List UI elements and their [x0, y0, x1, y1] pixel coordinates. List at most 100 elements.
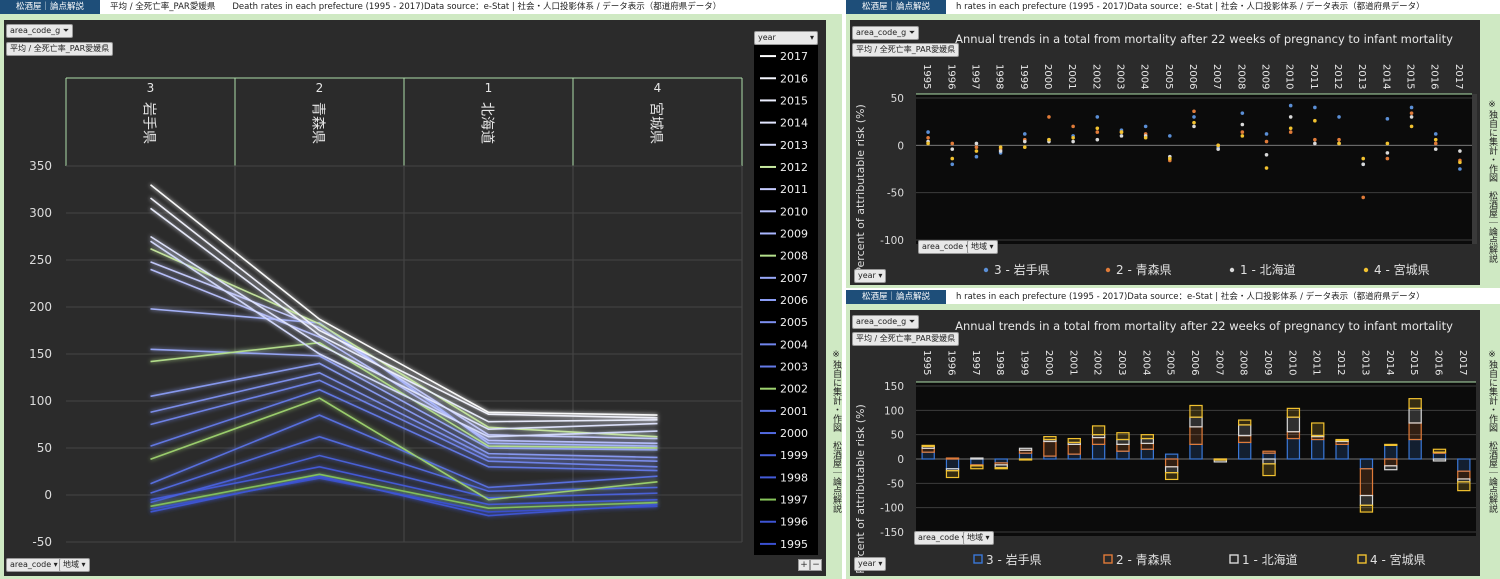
scatter-point — [1264, 166, 1269, 170]
legend-label-1995: 1995 — [780, 538, 808, 551]
bar-segment — [1262, 450, 1276, 454]
x-tick-label: 2017 — [1457, 350, 1468, 375]
dropdown-icon: ▾ — [809, 33, 814, 42]
right-bottom-year-filter[interactable]: year ▾ — [854, 557, 887, 571]
bar-segment — [1335, 443, 1349, 460]
legend-marker — [1363, 267, 1369, 273]
scatter-point — [1385, 151, 1390, 155]
legend-marker — [1103, 554, 1113, 564]
right-top-filter-pill[interactable]: area_code_g ⏷ — [852, 26, 920, 40]
y-tick-label: -100 — [880, 503, 904, 515]
left-filter-label: area_code_g — [10, 26, 61, 35]
bar-segment — [1408, 422, 1422, 441]
legend-label-2007: 2007 — [780, 272, 808, 285]
bar-segment — [1359, 468, 1374, 497]
bar-segment — [1067, 443, 1081, 455]
right-top-bottom-filter-area-code[interactable]: area_code ▾ — [918, 240, 974, 254]
legend-label-2014: 2014 — [780, 117, 808, 130]
scatter-point — [1313, 137, 1317, 142]
scatter-point — [1047, 115, 1051, 119]
right-top-bottom-filter-1-label: area_code — [922, 242, 964, 251]
right-top-measure-label: 平均 / 全死亡率_PAR愛媛県 — [856, 45, 956, 54]
right-bottom-measure-pill[interactable]: 平均 / 全死亡率_PAR愛媛県 — [852, 332, 960, 346]
scatter-point — [926, 141, 930, 146]
bar-segment — [1457, 458, 1471, 472]
left-legend-title[interactable]: year ▾ — [754, 31, 818, 45]
legend-label-1999: 1999 — [780, 449, 808, 462]
scatter-point — [1409, 111, 1414, 115]
bar-segment — [1262, 452, 1276, 460]
bar-segment — [1238, 435, 1252, 444]
y-tick-label: 0 — [44, 488, 52, 502]
left-bottom-filter-area-code[interactable]: area_code ▾ — [6, 558, 62, 572]
y-tick-label: 100 — [29, 394, 52, 408]
scatter-point — [1119, 130, 1124, 134]
right-bottom-measure-label: 平均 / 全死亡率_PAR愛媛県 — [856, 334, 956, 343]
scatter-point — [1433, 147, 1438, 151]
legend-label-2010: 2010 — [780, 205, 808, 218]
bar-segment — [1432, 452, 1447, 460]
y-tick-label: 250 — [29, 253, 52, 267]
left-dashboard-panel: 松酒屋｜論点解説 平均 / 全死亡率_PAR愛媛県 Death rates in … — [0, 0, 842, 579]
line-chart: 3 岩手県 2 青森県 1 北海道 4 宮城県 -50 0 50 100 150 200 250 300 350 — [29, 77, 743, 549]
y-tick-label: 50 — [891, 93, 904, 105]
x-tick-label: 2005 — [1163, 64, 1174, 89]
legend-label: 1 - 北海道 — [1240, 262, 1296, 277]
right-bottom-dashboard-panel: 松酒屋｜論点解説 h rates in each prefecture (1995… — [846, 290, 1500, 579]
scatter-point — [1095, 115, 1100, 119]
right-top-measure-pill[interactable]: 平均 / 全死亡率_PAR愛媛県 — [852, 43, 960, 57]
x-tick-label: 2011 — [1308, 64, 1319, 89]
left-measure-pill[interactable]: 平均 / 全死亡率_PAR愛媛県 — [6, 42, 114, 56]
scatter-point — [1192, 115, 1196, 119]
bar-segment — [1359, 494, 1374, 506]
y-tick-label: -100 — [880, 235, 904, 247]
x-tick-label: 1997 — [969, 64, 980, 89]
scatter-point — [1361, 156, 1366, 161]
left-panel-title: 平均 / 全死亡率_PAR愛媛県 Death rates in each pre… — [110, 2, 722, 12]
right-top-bottom-filter-region[interactable]: 地域 ▾ — [967, 240, 998, 254]
bar-segment — [1311, 422, 1325, 437]
y-tick-label: -50 — [32, 535, 52, 549]
bar-segment — [1432, 448, 1447, 453]
right-bottom-filter-pill[interactable]: area_code_g ⏷ — [852, 315, 920, 329]
zoom-out-button[interactable]: − — [810, 559, 822, 571]
bar-segment — [1140, 448, 1154, 460]
bar-segment — [1140, 442, 1154, 450]
bar-segment — [1067, 437, 1081, 444]
y-axis-label: Percent of attributable risk (%) — [854, 104, 867, 273]
right-bottom-panel-header: 松酒屋｜論点解説 h rates in each prefecture (1995… — [846, 290, 1500, 304]
category-code-label: 4 — [654, 81, 662, 95]
bar-segment — [1457, 470, 1471, 480]
bar-segment — [1140, 437, 1154, 445]
zoom-in-button[interactable]: + — [798, 559, 810, 571]
scatter-point — [950, 162, 955, 167]
x-tick-label: 2011 — [1311, 350, 1322, 375]
scatter-point — [1433, 137, 1438, 142]
left-bottom-filter-region[interactable]: 地域 ▾ — [59, 558, 90, 572]
x-tick-label: 1996 — [945, 64, 956, 89]
left-filter-pill[interactable]: area_code_g ⏷ — [6, 24, 74, 38]
category-name-label: 青森県 — [310, 102, 326, 144]
legend-label-2016: 2016 — [780, 72, 808, 85]
right-top-year-filter[interactable]: year ▾ — [854, 269, 887, 283]
bar-segment — [1408, 398, 1422, 409]
category-code-label: 2 — [316, 81, 324, 95]
scatter-point — [1240, 130, 1245, 134]
bar-segment — [1311, 438, 1325, 460]
legend-label: 4 - 宮城県 — [1370, 552, 1426, 567]
legend-marker — [1229, 267, 1235, 273]
bar-segment — [1189, 416, 1203, 428]
y-tick-label: 300 — [29, 206, 52, 220]
legend-marker — [1229, 554, 1239, 564]
x-tick-label: 2004 — [1139, 64, 1150, 89]
y-tick-label: 0 — [897, 454, 904, 466]
x-tick-label: 2007 — [1213, 350, 1224, 375]
right-bottom-bottom-filter-region[interactable]: 地域 ▾ — [963, 531, 994, 545]
scatter-point — [974, 141, 979, 146]
scatter-point — [1337, 137, 1341, 142]
right-bottom-filter-label: area_code_g — [856, 317, 907, 326]
bar-segment — [1164, 472, 1179, 481]
scatter-point — [1264, 132, 1269, 136]
right-bottom-bottom-filter-area-code[interactable]: area_code ▾ — [914, 531, 970, 545]
scatter-point — [1047, 137, 1051, 142]
